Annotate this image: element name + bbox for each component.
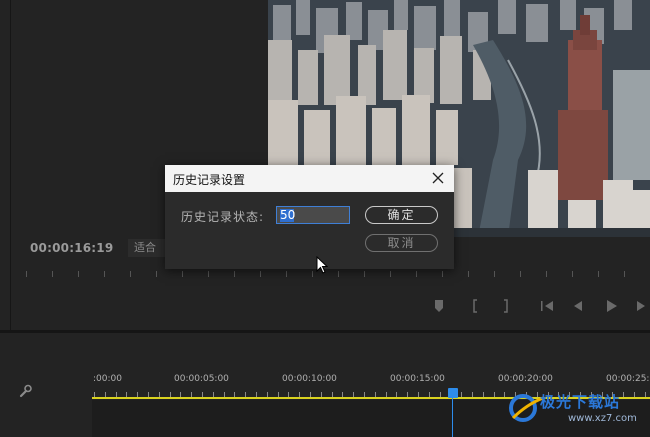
ruler-label: 00:00:20:00 bbox=[498, 374, 553, 384]
ruler-tick bbox=[208, 271, 209, 277]
ruler-tick bbox=[26, 271, 27, 277]
step-forward-icon[interactable] bbox=[633, 299, 649, 315]
go-to-in-icon[interactable] bbox=[539, 299, 555, 315]
history-states-value: 50 bbox=[280, 208, 296, 222]
watermark-brand: 极光下载站 bbox=[540, 393, 621, 411]
ruler-label: 00:00:05:00 bbox=[174, 374, 229, 384]
history-settings-dialog: 历史记录设置 历史记录状态: 50 确定 取消 bbox=[165, 165, 454, 269]
ruler-tick bbox=[390, 271, 391, 277]
cancel-button[interactable]: 取消 bbox=[365, 234, 438, 252]
ruler-tick bbox=[442, 271, 443, 277]
out-point-icon[interactable] bbox=[497, 299, 513, 315]
ruler-tick bbox=[52, 271, 53, 277]
play-icon[interactable] bbox=[603, 299, 619, 315]
ruler-tick bbox=[260, 271, 261, 277]
mouse-cursor-icon bbox=[316, 255, 329, 274]
ruler-tick bbox=[598, 271, 599, 277]
ruler-tick bbox=[286, 271, 287, 277]
playhead-handle[interactable] bbox=[448, 388, 458, 398]
ruler-tick bbox=[338, 271, 339, 277]
ruler-tick bbox=[546, 271, 547, 277]
close-icon[interactable] bbox=[428, 168, 448, 188]
ruler-tick bbox=[234, 271, 235, 277]
ruler-tick bbox=[494, 271, 495, 277]
dialog-title: 历史记录设置 bbox=[173, 173, 246, 187]
playhead-timecode[interactable]: 00:00:16:19 bbox=[30, 241, 113, 255]
in-point-icon[interactable] bbox=[468, 299, 484, 315]
ruler-tick bbox=[364, 271, 365, 277]
playhead-line[interactable] bbox=[452, 398, 453, 437]
ok-button[interactable]: 确定 bbox=[365, 206, 438, 224]
ruler-label: 00:00:25:0 bbox=[606, 374, 650, 384]
wrench-icon[interactable] bbox=[18, 383, 32, 398]
history-states-label: 历史记录状态: bbox=[181, 210, 265, 224]
zoom-fit-select[interactable]: 适合 bbox=[128, 239, 166, 257]
ruler-label: :00:00 bbox=[93, 374, 122, 384]
ruler-label: 00:00:10:00 bbox=[282, 374, 337, 384]
ruler-tick bbox=[182, 271, 183, 277]
ruler-tick bbox=[416, 271, 417, 277]
monitor-time-ruler[interactable] bbox=[20, 268, 650, 278]
ruler-tick bbox=[468, 271, 469, 277]
ruler-tick bbox=[520, 271, 521, 277]
ruler-label: 00:00:15:00 bbox=[390, 374, 445, 384]
ruler-tick bbox=[156, 271, 157, 277]
marker-icon[interactable] bbox=[431, 299, 447, 315]
ruler-tick bbox=[130, 271, 131, 277]
ruler-tick bbox=[312, 271, 313, 277]
track-headers bbox=[0, 333, 92, 437]
watermark-url: www.xz7.com bbox=[568, 413, 637, 424]
panel-divider bbox=[10, 0, 11, 330]
ruler-tick bbox=[104, 271, 105, 277]
ruler-tick bbox=[78, 271, 79, 277]
step-back-icon[interactable] bbox=[570, 299, 586, 315]
ruler-tick bbox=[572, 271, 573, 277]
ruler-tick bbox=[624, 271, 625, 277]
